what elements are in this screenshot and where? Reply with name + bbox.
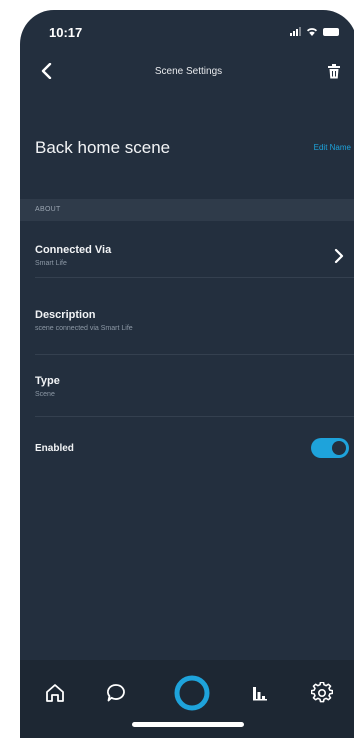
- activity-icon: [253, 687, 267, 701]
- description-label: Description: [35, 309, 96, 321]
- tab-communicate[interactable]: [99, 676, 133, 710]
- settings-gear-icon: [311, 682, 333, 703]
- type-label: Type: [35, 375, 60, 387]
- tab-more[interactable]: [305, 676, 339, 710]
- scene-name: Back home scene: [35, 138, 171, 157]
- enabled-toggle[interactable]: [311, 438, 349, 458]
- wifi-icon: [307, 28, 317, 36]
- status-icons: [290, 27, 339, 36]
- description-row: Description scene connected via Smart Li…: [20, 278, 354, 355]
- tab-alexa[interactable]: [171, 672, 213, 714]
- toggle-knob: [332, 441, 346, 455]
- status-time: 10:17: [49, 25, 83, 40]
- edit-name-button[interactable]: Edit Name: [314, 143, 351, 152]
- enabled-row: Enabled: [20, 417, 354, 477]
- bottom-tab-bar: [20, 660, 354, 738]
- status-bar: 10:17: [20, 10, 354, 54]
- trash-icon: [328, 64, 340, 79]
- tab-home[interactable]: [38, 676, 72, 710]
- chevron-right-icon: [334, 248, 344, 264]
- home-indicator: [132, 722, 244, 727]
- connected-via-row[interactable]: Connected Via Smart Life: [20, 221, 354, 278]
- enabled-label: Enabled: [35, 443, 74, 454]
- phone-screen: 10:17 Scene Settings Back home scene Edi…: [20, 10, 354, 738]
- description-value: scene connected via Smart Life: [35, 325, 133, 332]
- tab-activity[interactable]: [243, 676, 277, 710]
- alexa-icon: [174, 675, 210, 711]
- type-row: Type Scene: [20, 355, 354, 417]
- signal-icon: [290, 27, 301, 36]
- section-header-about: ABOUT: [20, 199, 354, 221]
- connected-via-value: Smart Life: [35, 260, 67, 267]
- home-icon: [46, 684, 64, 702]
- page-title: Scene Settings: [154, 66, 223, 77]
- type-value: Scene: [35, 391, 55, 398]
- chat-icon: [107, 684, 125, 702]
- connected-via-label: Connected Via: [35, 244, 112, 256]
- section-title: ABOUT: [35, 206, 61, 213]
- delete-scene-button[interactable]: [319, 56, 349, 86]
- scene-name-row: Back home scene Edit Name: [20, 138, 354, 164]
- battery-icon: [323, 28, 339, 36]
- navigation-bar: Scene Settings: [20, 54, 354, 94]
